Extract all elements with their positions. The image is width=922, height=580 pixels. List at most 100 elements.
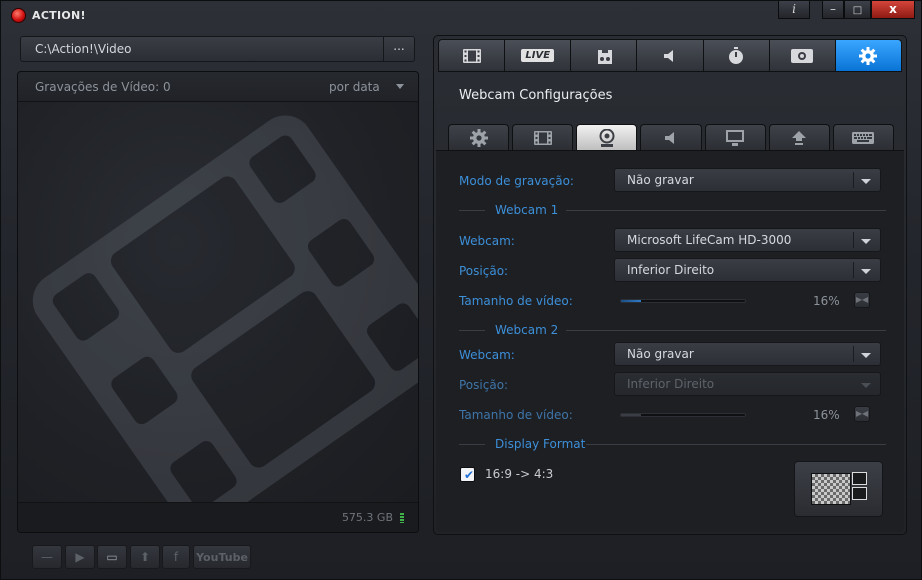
- webcam-overlay-icon: [852, 487, 867, 500]
- speaker-icon: [663, 130, 679, 146]
- dropdown-separator: [853, 232, 854, 248]
- sort-dropdown[interactable]: por data: [329, 80, 380, 94]
- recordings-panel: Gravações de Vídeo: 0 por data 575.3 GB: [17, 71, 419, 533]
- gear-icon: [859, 46, 878, 65]
- main-tab-stopwatch[interactable]: [703, 39, 770, 72]
- stopwatch-icon: [727, 46, 745, 65]
- upload-icon: ⬆: [139, 550, 151, 564]
- record-logo-icon: [11, 8, 26, 23]
- subtab-webcam[interactable]: [576, 124, 638, 151]
- webcam2-device-label: Webcam:: [459, 348, 515, 362]
- disk-level-icon: [400, 513, 404, 523]
- dropdown-separator: [853, 262, 854, 278]
- chevron-down-icon: [861, 179, 871, 184]
- info-icon: i: [792, 2, 796, 16]
- speaker-icon: [662, 48, 678, 64]
- webcam2-size-reset-button: ▶◀: [854, 406, 870, 422]
- maximize-icon: □: [852, 5, 863, 16]
- film-icon: [533, 131, 552, 145]
- subtab-speaker[interactable]: [640, 124, 702, 151]
- slider-fill: [621, 414, 641, 416]
- webcam1-size-label: Tamanho de vídeo:: [459, 294, 573, 308]
- youtube-button[interactable]: YouTube: [193, 545, 251, 569]
- settings-panel: LIVE Webcam Configurações Modo de gravaç…: [433, 35, 907, 535]
- youtube-icon: YouTube: [196, 551, 248, 564]
- disk-free-space: 575.3 GB: [341, 511, 393, 524]
- chevron-down-icon: [861, 239, 871, 244]
- disk-status-bar: 575.3 GB: [18, 502, 418, 532]
- maximize-button[interactable]: □: [844, 1, 871, 19]
- webcam1-size-percent: 16%: [813, 294, 840, 308]
- chevron-down-icon[interactable]: [396, 84, 404, 89]
- aspect-conversion-label: 16:9 -> 4:3: [485, 467, 554, 481]
- output-folder-field[interactable]: C:\Action!\Video ...: [20, 36, 415, 62]
- facebook-button[interactable]: f: [162, 545, 190, 569]
- main-tab-gear[interactable]: [835, 39, 902, 72]
- webcam2-position-value: Inferior Direito: [627, 377, 715, 391]
- close-button[interactable]: x: [871, 1, 915, 19]
- subtab-keyboard[interactable]: [832, 124, 894, 151]
- webcam1-device-value: Microsoft LifeCam HD-3000: [627, 233, 792, 247]
- webcam2-size-percent: 16%: [813, 408, 840, 422]
- webcam1-position-value: Inferior Direito: [627, 263, 715, 277]
- app-title: ACTION!: [32, 9, 86, 22]
- webcam-overlay-icon: [852, 472, 867, 485]
- subtab-gear[interactable]: [448, 124, 510, 151]
- open-folder-button[interactable]: ▭: [97, 545, 127, 569]
- settings-subtabs: [448, 124, 894, 151]
- webcam2-position-label: Posição:: [459, 378, 509, 392]
- minus-icon: —: [41, 550, 53, 564]
- monitor-icon: [726, 130, 745, 146]
- chevron-down-icon: [861, 383, 871, 388]
- recordings-count: Gravações de Vídeo: 0: [35, 80, 171, 94]
- webcam2-device-dropdown[interactable]: Não gravar: [614, 342, 881, 366]
- aspect-conversion-checkbox[interactable]: ✔: [460, 467, 475, 482]
- main-tab-live[interactable]: LIVE: [505, 39, 572, 72]
- folder-icon: ▭: [106, 550, 118, 564]
- webcam2-title: Webcam 2: [495, 323, 559, 337]
- webcam-settings-content: Modo de gravação: Não gravar Webcam 1 We…: [436, 150, 904, 532]
- webcam1-position-dropdown[interactable]: Inferior Direito: [614, 258, 881, 282]
- dropdown-separator: [853, 346, 854, 362]
- recordings-header: Gravações de Vídeo: 0 por data: [18, 72, 418, 102]
- info-button[interactable]: i: [778, 1, 810, 19]
- divider: [459, 330, 485, 331]
- delete-button[interactable]: —: [32, 545, 62, 569]
- close-icon: x: [889, 2, 897, 16]
- webcam2-device-value: Não gravar: [627, 347, 694, 361]
- recordings-list[interactable]: [18, 102, 418, 529]
- webcam1-size-reset-button[interactable]: ▶◀: [854, 292, 870, 308]
- webcam1-size-slider[interactable]: [620, 299, 746, 303]
- webcam2-group-header: Webcam 2: [459, 323, 886, 337]
- chevron-down-icon: [861, 353, 871, 358]
- recording-mode-label: Modo de gravação:: [459, 174, 574, 188]
- page-title: Webcam Configurações: [459, 88, 613, 103]
- facebook-icon: f: [173, 550, 179, 564]
- main-tab-speaker[interactable]: [637, 39, 704, 72]
- play-button[interactable]: ▶: [65, 545, 95, 569]
- subtab-film[interactable]: [512, 124, 574, 151]
- camera-icon: [791, 48, 814, 63]
- chevron-down-icon: [861, 269, 871, 274]
- recording-mode-dropdown[interactable]: Não gravar: [614, 168, 881, 192]
- keyboard-icon: [852, 132, 875, 144]
- webcam1-title: Webcam 1: [495, 203, 559, 217]
- main-tab-game-controller[interactable]: [571, 39, 638, 72]
- film-watermark-icon: [32, 115, 418, 529]
- webcam1-device-dropdown[interactable]: Microsoft LifeCam HD-3000: [614, 228, 881, 252]
- subtab-monitor[interactable]: [704, 124, 766, 151]
- minimize-button[interactable]: –: [822, 1, 844, 19]
- recording-mode-value: Não gravar: [627, 173, 694, 187]
- browse-folder-button[interactable]: ...: [383, 37, 414, 61]
- main-tab-camera[interactable]: [769, 39, 836, 72]
- divider: [459, 210, 485, 211]
- minimize-icon: –: [830, 2, 836, 16]
- display-format-group-header: Display Format: [459, 437, 886, 451]
- webcam2-size-label: Tamanho de vídeo:: [459, 408, 573, 422]
- app-window: ACTION! i – □ x C:\Action!\Video ... Gra…: [0, 0, 922, 580]
- main-tab-film[interactable]: [438, 39, 506, 72]
- upload-icon: [792, 131, 807, 145]
- film-icon: [462, 48, 481, 63]
- subtab-upload[interactable]: [768, 124, 830, 151]
- upload-button[interactable]: ⬆: [130, 545, 160, 569]
